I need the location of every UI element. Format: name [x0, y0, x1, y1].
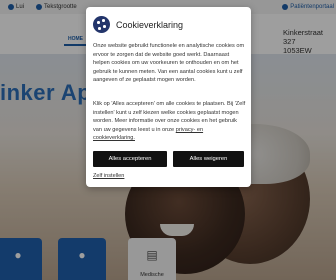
cookie-intro-text: Onze website gebruikt functionele en ana… — [93, 43, 245, 84]
customize-settings-link[interactable]: Zelf instellen — [93, 173, 124, 179]
accept-all-button[interactable]: Alles accepteren — [93, 151, 167, 167]
refuse-all-button[interactable]: Alles weigeren — [173, 151, 244, 167]
cookie-dialog-title: Cookieverklaring — [116, 19, 184, 30]
cookie-icon — [93, 16, 110, 33]
cookie-instructions-body: Klik op 'Alles accepteren' om alle cooki… — [93, 101, 246, 133]
cookie-dialog-header: Cookieverklaring — [93, 16, 183, 33]
cookie-consent-dialog: Cookieverklaring Onze website gebruikt f… — [86, 7, 251, 187]
cookie-instructions-text: Klik op 'Alles accepteren' om alle cooki… — [93, 100, 246, 143]
